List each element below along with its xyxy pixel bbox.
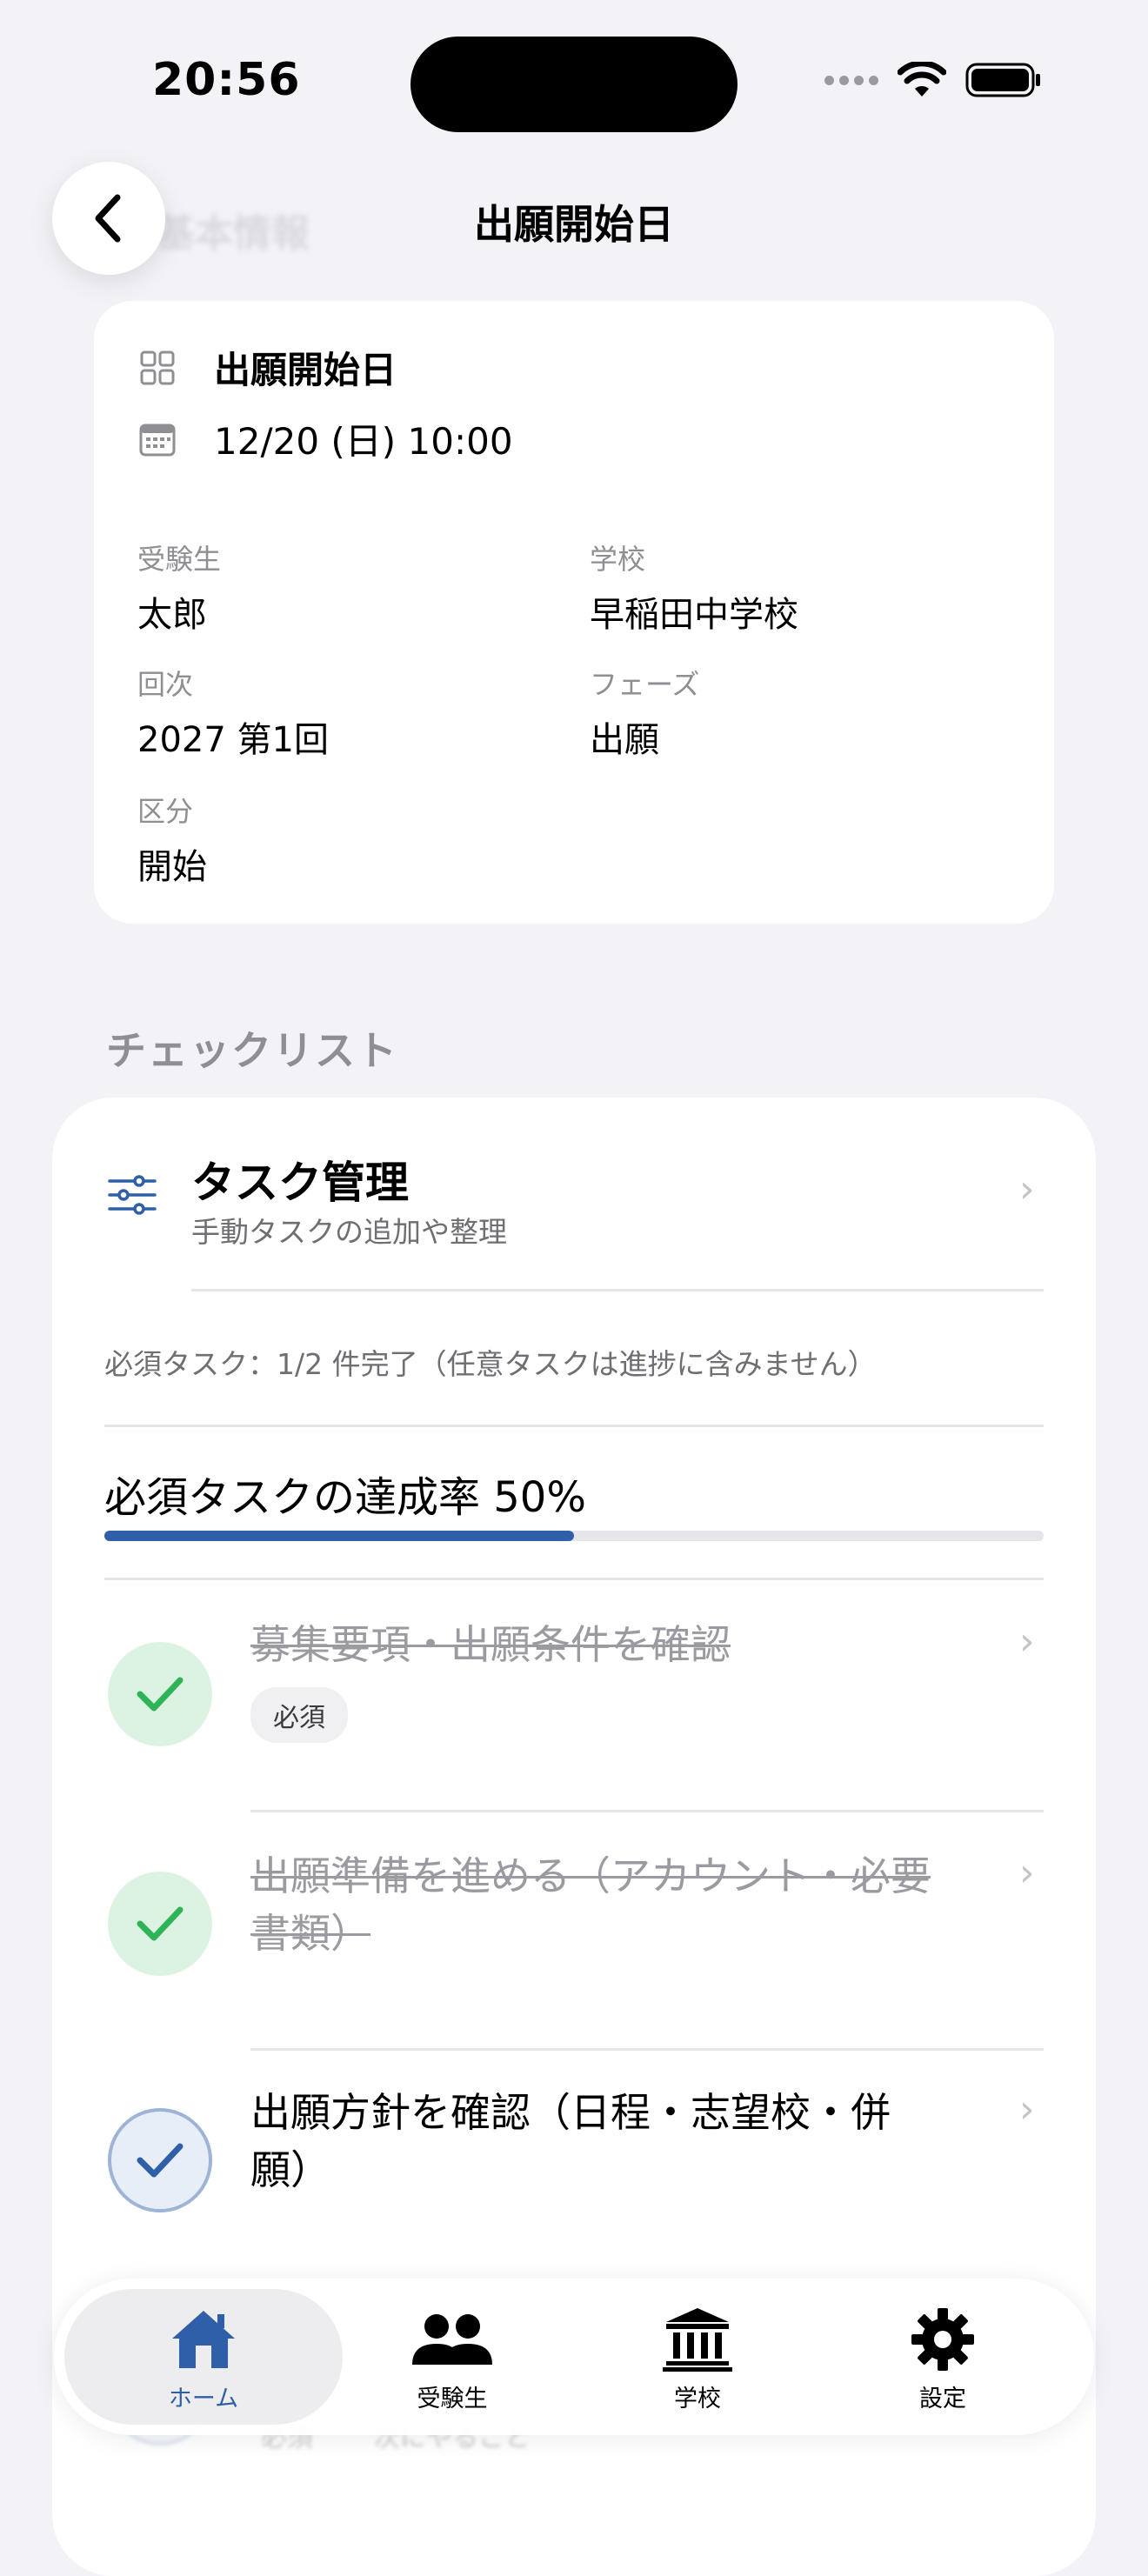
tab-label: 受験生 [417, 2386, 488, 2412]
wifi-icon [898, 62, 946, 97]
task-management-title: タスク管理 [191, 1158, 409, 1208]
people-icon [365, 2305, 539, 2374]
battery-icon [965, 63, 1040, 97]
tab-label: 設定 [919, 2386, 966, 2412]
tab-settings[interactable]: 設定 [856, 2305, 1030, 2413]
task-row[interactable]: 出願準備を進める（アカウント・必要書類） › [52, 1842, 1096, 2033]
chevron-right-icon: › [1019, 1619, 1035, 1664]
event-datetime-row: 12/20 (日) 10:00 [137, 412, 513, 465]
sliders-icon [108, 1175, 157, 1215]
status-indicators [824, 61, 1044, 99]
school-label: 学校 [590, 543, 646, 576]
divider [191, 1289, 1044, 1291]
divider [250, 1810, 1044, 1812]
calendar-icon [137, 419, 177, 459]
event-info-card: 出願開始日 12/20 (日) 10:00 受験生 太郎 学校 早稲田中学校 回… [94, 301, 1054, 924]
student-value: 太郎 [137, 595, 207, 635]
tab-schools[interactable]: 学校 [611, 2305, 784, 2413]
school-value: 早稲田中学校 [590, 595, 798, 635]
event-name-row: 出願開始日 [137, 341, 397, 394]
task-checkbox[interactable] [108, 2108, 212, 2212]
round-label: 回次 [137, 668, 194, 701]
round-value: 2027 第1回 [137, 720, 329, 760]
tab-label: 学校 [674, 2386, 721, 2412]
checkmark-icon [137, 2143, 184, 2178]
phase-label: フェーズ [590, 668, 700, 701]
student-label: 受験生 [137, 543, 222, 576]
event-name: 出願開始日 [214, 349, 397, 391]
chevron-right-icon: › [1019, 2087, 1035, 2132]
divider [104, 1578, 1044, 1580]
school-building-icon [611, 2305, 784, 2374]
tab-bar: ホーム 受験生 学校 設定 [54, 2279, 1094, 2435]
gear-icon [856, 2305, 1030, 2374]
progress-label: 必須タスクの達成率 50% [104, 1473, 586, 1522]
cellular-signal-icon [824, 75, 878, 85]
required-task-summary: 必須タスク：1/2 件完了（任意タスクは進捗に含みません） [104, 1347, 877, 1381]
checkmark-icon [137, 1906, 184, 1941]
page-title: 出願開始日 [474, 201, 674, 248]
divider [104, 1425, 1044, 1427]
task-title: 募集要項・出願条件を確認 [250, 1621, 731, 1668]
task-checkbox[interactable] [108, 1642, 212, 1746]
task-title: 出願方針を確認（日程・志望校・併願） [250, 2089, 891, 2193]
event-datetime: 12/20 (日) 10:00 [214, 420, 513, 463]
progress-bar [104, 1531, 1044, 1541]
chevron-right-icon: › [1019, 1167, 1035, 1211]
required-badge: 必須 [250, 1687, 348, 1743]
task-title: 出願準備を進める（アカウント・必要書類） [250, 1852, 931, 1957]
divider [250, 2048, 1044, 2051]
house-icon [117, 2305, 290, 2374]
task-checkbox[interactable] [108, 1872, 212, 1976]
tab-students[interactable]: 受験生 [365, 2305, 539, 2413]
status-time: 20:56 [152, 54, 301, 106]
task-row[interactable]: 出願方針を確認（日程・志望校・併願） › [52, 2079, 1096, 2270]
checklist-section-title: チェックリスト [106, 1027, 398, 1074]
kind-value: 開始 [137, 847, 207, 887]
task-management-subtitle: 手動タスクの追加や整理 [191, 1215, 507, 1249]
progress-bar-fill [104, 1531, 574, 1541]
grid-icon [137, 348, 177, 388]
chevron-right-icon: › [1019, 1851, 1035, 1895]
phase-value: 出願 [590, 720, 659, 760]
tab-label: ホーム [168, 2386, 239, 2412]
task-row[interactable]: 募集要項・出願条件を確認 必須 › [52, 1611, 1096, 1785]
kind-label: 区分 [137, 795, 194, 828]
dynamic-island [410, 37, 738, 132]
task-management-row[interactable]: タスク管理 手動タスクの追加や整理 › [52, 1098, 1096, 1289]
checkmark-icon [137, 1677, 184, 1712]
tab-home[interactable]: ホーム [117, 2305, 290, 2413]
